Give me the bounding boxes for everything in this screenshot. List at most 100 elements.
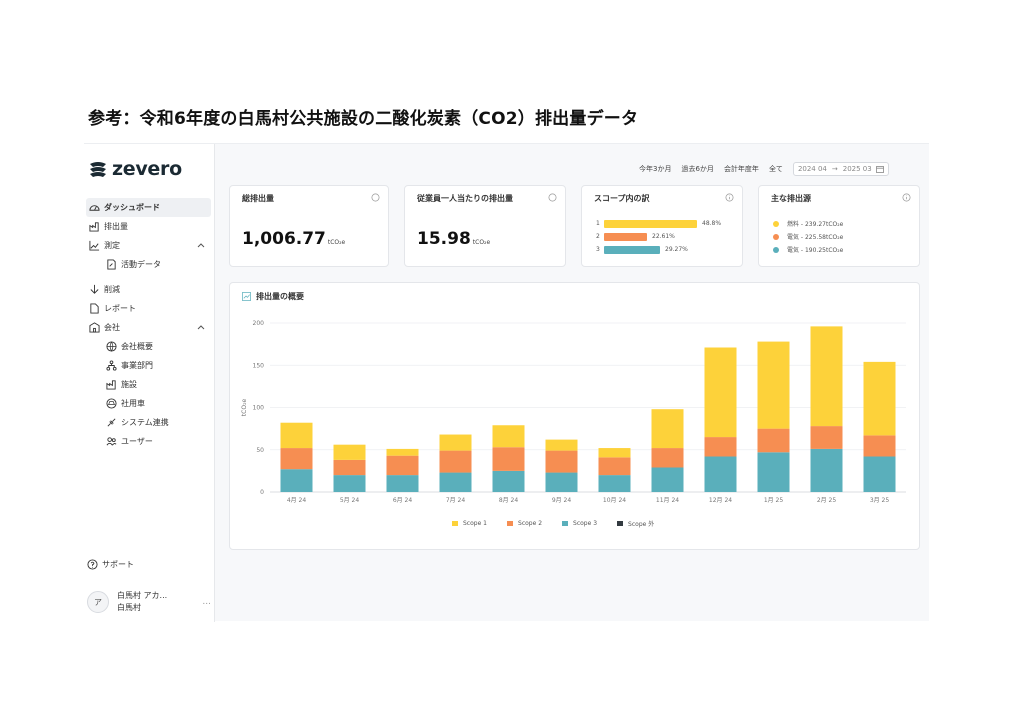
chart-legend: Scope 1 Scope 2 Scope 3 Scope 外 — [452, 519, 674, 528]
building-icon — [89, 322, 100, 333]
sidebar-item-reduction[interactable]: 削減 — [86, 280, 211, 299]
date-range-picker[interactable]: 2024 04 → 2025 03 — [792, 162, 889, 176]
page-heading: 参考：令和6年度の白馬村公共施設の二酸化炭素（CO2）排出量データ — [88, 109, 639, 129]
line-chart-icon — [89, 240, 100, 251]
legend-item[interactable]: Scope 1 — [452, 519, 487, 528]
bar-segment — [863, 435, 896, 457]
sidebar-item-label: レポート — [104, 304, 136, 313]
info-icon[interactable] — [371, 193, 380, 202]
info-icon[interactable] — [902, 193, 911, 202]
sidebar-item-label: ダッシュボード — [104, 203, 160, 212]
gauge-icon — [89, 205, 100, 211]
bar-segment — [651, 409, 684, 449]
y-tick-label: 0 — [260, 489, 264, 496]
sidebar-item-company[interactable]: 会社 — [86, 318, 211, 337]
card-title: スコープ内の訳 — [594, 194, 650, 203]
sidebar-item-label: 活動データ — [121, 260, 161, 269]
user-profile[interactable]: ア 白馬村 アカ... 白馬村 ... — [87, 590, 211, 614]
source-item: 電気 - 225.58tCO₂e — [773, 232, 843, 241]
info-icon[interactable] — [725, 193, 734, 202]
scope-2-bar — [604, 232, 647, 241]
help-icon — [87, 559, 98, 570]
legend-swatch — [617, 521, 624, 526]
bar-segment — [280, 469, 313, 492]
legend-item[interactable]: Scope 3 — [562, 519, 597, 528]
legend-item[interactable]: Scope 2 — [507, 519, 542, 528]
date-start: 2024 04 — [797, 165, 827, 173]
x-tick-label: 10月 24 — [603, 497, 626, 504]
org-chart-icon — [106, 360, 117, 371]
scope-1-bar — [604, 219, 697, 228]
sidebar-item-vehicles[interactable]: 社用車 — [86, 394, 211, 413]
card-title: 総排出量 — [242, 194, 274, 203]
sidebar-item-users[interactable]: ユーザー — [86, 432, 211, 451]
info-icon[interactable] — [548, 193, 557, 202]
sidebar-item-emissions[interactable]: 排出量 — [86, 217, 211, 236]
sidebar-item-label: 排出量 — [104, 222, 128, 231]
calendar-icon — [875, 166, 884, 173]
sidebar-item-label: ユーザー — [121, 437, 153, 446]
source-item: 燃料 - 239.27tCO₂e — [773, 219, 843, 228]
filter-all[interactable]: 全て — [769, 164, 783, 174]
filter-fiscal-year[interactable]: 会計年度年 — [724, 164, 759, 174]
support-link[interactable]: サポート — [87, 559, 134, 570]
zevero-logo-icon — [90, 162, 106, 177]
sidebar-item-facilities[interactable]: 施設 — [86, 375, 211, 394]
factory-icon — [89, 222, 99, 232]
sidebar-item-integrations[interactable]: システム連携 — [86, 413, 211, 432]
sidebar-item-activity-data[interactable]: 活動データ — [86, 255, 211, 274]
chevron-up-icon[interactable] — [197, 323, 205, 331]
sidebar-item-measurement[interactable]: 測定 — [86, 236, 211, 255]
y-tick-label: 150 — [253, 362, 265, 369]
sidebar-item-label: 測定 — [104, 241, 120, 250]
bar-segment — [757, 452, 790, 492]
filter-last-6-months[interactable]: 過去6か月 — [681, 164, 713, 174]
sidebar-item-company-overview[interactable]: 会社概要 — [86, 337, 211, 356]
y-tick-label: 100 — [253, 405, 265, 412]
y-tick-label: 50 — [256, 447, 264, 454]
bar-segment — [439, 472, 472, 492]
emissions-overview-card: 排出量の概要 0 50 100 150 200 tCO₂e 4月 24 5月 24 6月 24 7… — [229, 282, 920, 550]
sidebar-item-dashboard[interactable]: ダッシュボード — [86, 198, 211, 217]
legend-swatch — [562, 521, 569, 526]
logo[interactable]: zevero — [88, 158, 182, 180]
bar-segment — [333, 475, 366, 492]
more-menu-icon[interactable]: ... — [202, 597, 211, 607]
sidebar-item-business-units[interactable]: 事業部門 — [86, 356, 211, 375]
legend-label: Scope 外 — [628, 521, 655, 528]
sidebar-item-reports[interactable]: レポート — [86, 299, 211, 318]
sidebar-item-label: 会社概要 — [121, 342, 153, 351]
scope-3-bar — [604, 245, 660, 254]
bar-segment — [386, 448, 419, 456]
sidebar-item-label: 施設 — [121, 380, 137, 389]
document-icon — [90, 303, 99, 314]
chevron-up-icon[interactable] — [197, 241, 205, 249]
bar-segment — [863, 456, 896, 492]
legend-label: Scope 2 — [518, 520, 543, 527]
sidebar-item-label: 削減 — [104, 285, 120, 294]
bar-segment — [545, 472, 578, 492]
scope-row-2: 2 22.61% — [596, 232, 675, 241]
app-window: zevero ダッシュボード 排出量 測定 活動データ 削減 レポート 会社 会… — [84, 143, 929, 622]
x-tick-label: 6月 24 — [393, 497, 413, 504]
plug-icon — [107, 418, 116, 427]
bar-segment — [810, 326, 843, 427]
filter-last-3-months[interactable]: 今年3か月 — [639, 164, 671, 174]
avatar: ア — [87, 591, 109, 613]
legend-item[interactable]: Scope 外 — [617, 519, 654, 528]
bar-segment — [333, 459, 366, 476]
x-tick-label: 7月 24 — [446, 497, 466, 504]
scope-row-3: 3 29.27% — [596, 245, 688, 254]
bar-segment — [492, 447, 525, 471]
bar-segment — [810, 426, 843, 449]
users-icon — [106, 437, 117, 446]
support-label: サポート — [102, 560, 134, 569]
sidebar-nav: ダッシュボード 排出量 測定 活動データ 削減 レポート 会社 会社概要 事業部… — [84, 198, 215, 451]
sidebar-item-label: 事業部門 — [121, 361, 153, 370]
chart-header: 排出量の概要 — [242, 291, 304, 302]
bar-segment — [545, 439, 578, 451]
x-tick-label: 12月 24 — [709, 497, 732, 504]
bar-segment — [598, 457, 631, 476]
bar-segment — [651, 467, 684, 492]
date-filter-bar: 今年3か月 過去6か月 会計年度年 全て 2024 04 → 2025 03 — [639, 162, 889, 176]
